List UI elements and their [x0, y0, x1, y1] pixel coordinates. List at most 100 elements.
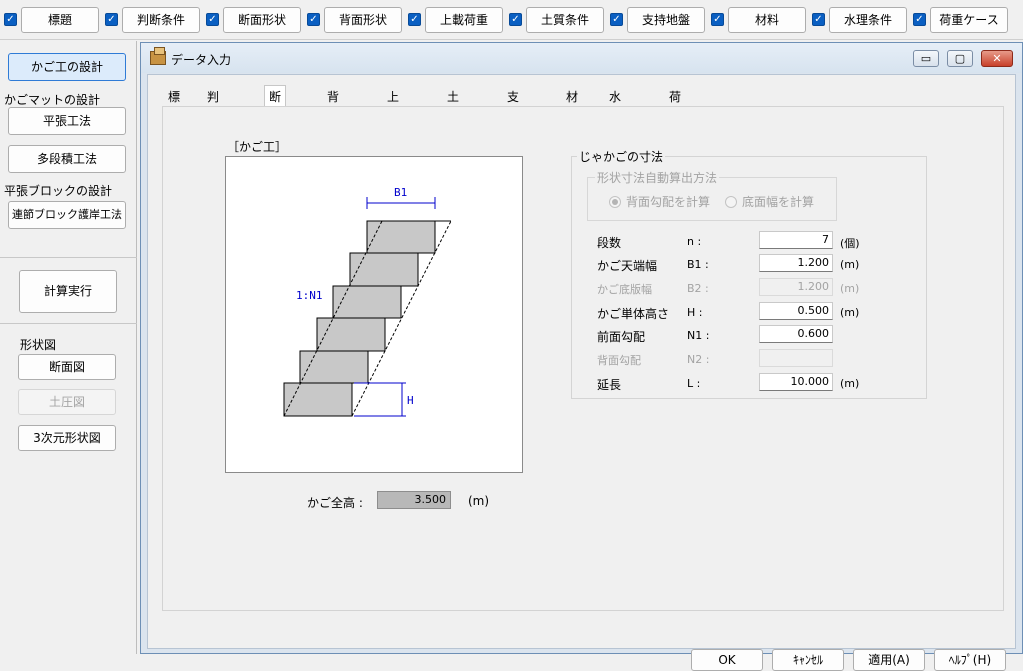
toolbar-button-title[interactable]: 標題	[21, 7, 99, 33]
row-symbol-b2: B2 :	[687, 282, 709, 295]
check-icon[interactable]: ✓	[4, 13, 17, 26]
row-label-top-width: かご天端幅	[597, 259, 658, 273]
toolbar-button-section-shape[interactable]: 断面形状	[223, 7, 301, 33]
check-icon[interactable]: ✓	[610, 13, 623, 26]
toolbar-button-back-shape[interactable]: 背面形状	[324, 7, 402, 33]
gabion-block-2	[283, 382, 353, 417]
check-icon[interactable]: ✓	[408, 13, 421, 26]
check-icon[interactable]: ✓	[105, 13, 118, 26]
toolbar-button-load-case[interactable]: 荷重ケース	[930, 7, 1008, 33]
row-symbol-n: n :	[687, 235, 702, 248]
close-icon[interactable]: ✕	[981, 50, 1013, 67]
check-icon[interactable]: ✓	[812, 13, 825, 26]
slope-label: 1:N1	[296, 289, 323, 302]
gabion-block-4	[316, 317, 386, 352]
left-sidebar: かご工の設計 かごマットの設計 平張工法 多段積工法 平張ブロックの設計 連節ブ…	[0, 41, 137, 654]
divider	[0, 323, 137, 324]
mat-design-heading: かごマットの設計	[4, 93, 101, 107]
unit-height-input[interactable]: 0.500	[759, 302, 833, 320]
cancel-button[interactable]: ｷｬﾝｾﾙ	[772, 649, 844, 671]
tab-ground[interactable]: 支持地盤	[503, 88, 523, 158]
back-slope-input	[759, 349, 833, 367]
top-toolbar: ✓ 標題 ✓ 判断条件 ✓ 断面形状 ✓ 背面形状 ✓ 上載荷重 ✓ 土質条件 ✓ 支持地盤 …	[0, 0, 1023, 40]
heibari-method-button[interactable]: 平張工法	[8, 107, 126, 135]
row-label-unit-height: かご単体高さ	[597, 307, 670, 321]
radio-selected-icon[interactable]	[609, 196, 621, 208]
3d-shape-view-button[interactable]: 3次元形状図	[18, 425, 116, 451]
run-calculation-button[interactable]: 計算実行	[19, 270, 117, 313]
check-icon[interactable]: ✓	[711, 13, 724, 26]
dialog-title: データ入力	[171, 53, 232, 67]
radio-unselected-icon[interactable]	[725, 196, 737, 208]
row-symbol-n1: N1 :	[687, 329, 710, 342]
row-label-back-slope: 背面勾配	[597, 354, 641, 367]
b1-label: B1	[394, 186, 407, 199]
help-button[interactable]: ﾍﾙﾌﾟ(H)	[934, 649, 1006, 671]
gabion-block-6	[349, 252, 419, 287]
data-input-dialog: データ入力 ▭ ▢ ✕ 標題 判断条件 断面形状 背面形状 上載荷重 土質条件 …	[140, 42, 1023, 671]
figure-label: ［かご工］	[227, 140, 288, 154]
ok-button[interactable]: OK	[691, 649, 763, 671]
gabion-block-5	[332, 285, 402, 319]
row-symbol-l: L :	[687, 377, 701, 390]
row-symbol-b1: B1 :	[687, 258, 709, 271]
row-unit-count: (個)	[840, 237, 860, 250]
renketsu-block-button[interactable]: 連節ブロック護岸工法	[8, 201, 126, 229]
kagoko-design-button[interactable]: かご工の設計	[8, 53, 126, 81]
check-icon[interactable]: ✓	[206, 13, 219, 26]
radio-bottom-width-label: 底面幅を計算	[742, 195, 815, 209]
tab-load-case[interactable]: 荷重ケース	[665, 88, 685, 176]
dialog-titlebar[interactable]: データ入力 ▭ ▢ ✕	[141, 43, 1022, 73]
toolbar-button-surcharge[interactable]: 上載荷重	[425, 7, 503, 33]
tab-judgement[interactable]: 判断条件	[203, 88, 223, 158]
tab-hydraulic[interactable]: 水理条件	[605, 88, 625, 158]
length-input[interactable]: 10.000	[759, 373, 833, 391]
apply-button[interactable]: 適用(A)	[853, 649, 925, 671]
app-box-icon	[150, 47, 166, 65]
h-label: H	[407, 394, 414, 407]
total-height-value: 3.500	[377, 491, 451, 509]
tab-back-shape[interactable]: 背面形状	[323, 88, 343, 158]
check-icon[interactable]: ✓	[307, 13, 320, 26]
check-icon[interactable]: ✓	[509, 13, 522, 26]
tab-soil[interactable]: 土質条件	[443, 88, 463, 158]
gabion-block-3	[299, 350, 369, 384]
block-design-heading: 平張ブロックの設計	[4, 184, 113, 198]
radio-back-slope[interactable]: 背面勾配を計算	[609, 193, 710, 210]
radio-back-slope-label: 背面勾配を計算	[626, 195, 711, 209]
shape-figure-heading: 形状図	[20, 338, 57, 352]
row-unit-m: (m)	[840, 377, 860, 390]
check-icon[interactable]: ✓	[913, 13, 926, 26]
radio-bottom-width[interactable]: 底面幅を計算	[725, 193, 814, 210]
steps-input[interactable]: 7	[759, 231, 833, 249]
tab-surcharge[interactable]: 上載荷重	[383, 88, 403, 158]
dialog-body: 標題 判断条件 断面形状 背面形状 上載荷重 土質条件 支持地盤 材料 水理条件…	[147, 74, 1016, 671]
minimize-icon[interactable]: ▭	[913, 50, 939, 67]
tadan-method-button[interactable]: 多段積工法	[8, 145, 126, 173]
front-slope-input[interactable]: 0.600	[759, 325, 833, 343]
toolbar-button-ground[interactable]: 支持地盤	[627, 7, 705, 33]
maximize-icon[interactable]: ▢	[947, 50, 973, 67]
tab-material[interactable]: 材料	[562, 88, 582, 122]
toolbar-button-judgement[interactable]: 判断条件	[122, 7, 200, 33]
row-unit-m: (m)	[840, 258, 860, 271]
toolbar-button-material[interactable]: 材料	[728, 7, 806, 33]
row-unit-m: (m)	[840, 306, 860, 319]
row-label-length: 延長	[597, 378, 622, 392]
auto-calc-title: 形状寸法自動算出方法	[595, 169, 720, 186]
tab-section-shape[interactable]: 断面形状	[264, 85, 287, 170]
toolbar-button-soil[interactable]: 土質条件	[526, 7, 604, 33]
total-height-label: かご全高 :	[307, 496, 363, 510]
section-view-button[interactable]: 断面図	[18, 354, 116, 380]
toolbar-button-hydraulic[interactable]: 水理条件	[829, 7, 907, 33]
top-width-input[interactable]: 1.200	[759, 254, 833, 272]
section-shape-panel: ［かご工］ B1 1:N1 H かご全高: 3.500 (m) じゃかごの寸法…	[162, 106, 1004, 611]
gabion-section-drawing: B1 1:N1 H	[283, 186, 452, 417]
earth-pressure-view-button[interactable]: 土圧図	[18, 389, 116, 415]
total-height-unit: (m)	[468, 494, 490, 508]
row-label-bottom-width: かご底版幅	[597, 283, 652, 296]
tab-title[interactable]: 標題	[164, 88, 184, 122]
row-symbol-h: H :	[687, 306, 703, 319]
divider	[0, 257, 137, 258]
bottom-width-input: 1.200	[759, 278, 833, 296]
